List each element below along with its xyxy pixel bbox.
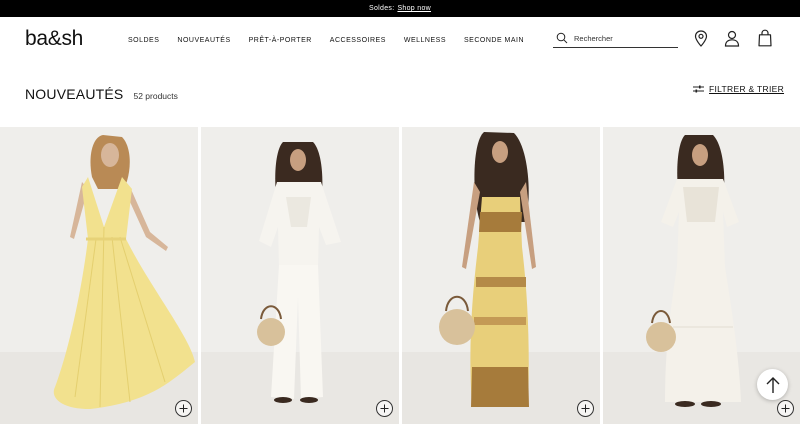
- add-to-cart-button[interactable]: [175, 400, 192, 417]
- sliders-icon: [693, 80, 704, 98]
- search-icon[interactable]: [556, 31, 570, 45]
- plus-icon: [179, 404, 188, 413]
- promo-shop-now-link[interactable]: Shop now: [397, 5, 431, 12]
- product-card[interactable]: [402, 127, 600, 424]
- nav-item-accessoires[interactable]: ACCESSOIRES: [330, 36, 386, 45]
- add-to-cart-button[interactable]: [376, 400, 393, 417]
- arrow-up-icon: [766, 376, 779, 393]
- scroll-to-top-button[interactable]: [757, 369, 788, 400]
- product-image[interactable]: [402, 127, 600, 424]
- product-card[interactable]: [201, 127, 399, 424]
- nav-item-soldes[interactable]: SOLDES: [128, 36, 159, 45]
- main-nav: SOLDES NOUVEAUTÉS PRÊT-À-PORTER ACCESSOI…: [128, 36, 542, 45]
- product-card[interactable]: [0, 127, 198, 424]
- header: ba&sh SOLDES NOUVEAUTÉS PRÊT-À-PORTER AC…: [0, 17, 800, 63]
- plus-icon: [781, 404, 790, 413]
- search-input[interactable]: [574, 31, 674, 45]
- filter-sort-button[interactable]: FILTRER & TRIER: [693, 80, 784, 98]
- nav-item-nouveautes[interactable]: NOUVEAUTÉS: [177, 36, 230, 45]
- filter-sort-label: FILTRER & TRIER: [709, 84, 785, 94]
- nav-item-wellness[interactable]: WELLNESS: [404, 36, 446, 45]
- product-count: 52 products: [133, 91, 178, 101]
- add-to-cart-button[interactable]: [577, 400, 594, 417]
- promo-text: Soldes:: [369, 5, 395, 12]
- add-to-cart-button[interactable]: [777, 400, 794, 417]
- product-grid: [0, 127, 800, 424]
- product-image[interactable]: [0, 127, 198, 424]
- nav-item-pret-a-porter[interactable]: PRÊT-À-PORTER: [249, 36, 312, 45]
- search-bar: [553, 29, 678, 48]
- shopping-bag-icon[interactable]: [756, 28, 774, 48]
- promo-bar: Soldes: Shop now: [0, 0, 800, 17]
- product-image[interactable]: [201, 127, 399, 424]
- nav-item-seconde-main[interactable]: SECONDE MAIN: [464, 36, 524, 45]
- plus-icon: [581, 404, 590, 413]
- plus-icon: [380, 404, 389, 413]
- listing-header: NOUVEAUTÉS 52 products: [25, 86, 178, 102]
- page-title: NOUVEAUTÉS: [25, 86, 124, 102]
- brand-logo[interactable]: ba&sh: [25, 27, 83, 51]
- location-pin-icon[interactable]: [692, 28, 710, 48]
- account-icon[interactable]: [723, 28, 741, 48]
